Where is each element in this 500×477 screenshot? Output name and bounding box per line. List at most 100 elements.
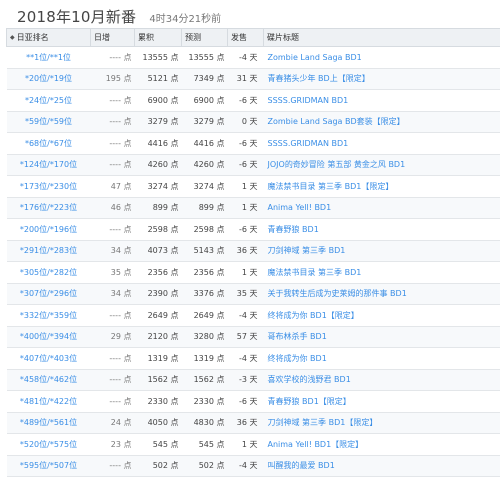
rank-cell[interactable]: *595位/*507位 (7, 455, 91, 477)
rank-cell[interactable]: *520位/*575位 (7, 434, 91, 456)
title-link[interactable]: 青春野狼 BD1【限定】 (264, 391, 500, 413)
rank-cell[interactable]: *124位/*170位 (7, 154, 91, 176)
daily-cell: 34 点 (91, 240, 135, 262)
rank-cell[interactable]: *200位/*196位 (7, 219, 91, 241)
title-link[interactable]: Anima Yell! BD1【限定】 (264, 434, 500, 456)
header-total[interactable]: 累积 (135, 29, 182, 47)
release-cell: 1 天 (228, 176, 264, 198)
rank-cell[interactable]: *407位/*403位 (7, 348, 91, 370)
daily-cell: ---- 点 (91, 219, 135, 241)
header-daily[interactable]: 日增 (91, 29, 135, 47)
rank-cell[interactable]: *291位/*283位 (7, 240, 91, 262)
forecast-cell: 545 点 (182, 434, 228, 456)
forecast-cell: 4260 点 (182, 154, 228, 176)
table-row: *489位/*561位24 点4050 点4830 点36 天刀剑神域 第三季 … (7, 412, 500, 434)
release-cell: 1 天 (228, 262, 264, 284)
release-cell: -6 天 (228, 219, 264, 241)
total-cell: 2356 点 (135, 262, 182, 284)
total-cell: 2649 点 (135, 305, 182, 327)
table-row: *458位/*462位---- 点1562 点1562 点-3 天喜欢学校的浅野… (7, 369, 500, 391)
rank-cell[interactable]: *176位/*223位 (7, 197, 91, 219)
title-link[interactable]: Zombie Land Saga BD1 (264, 47, 500, 69)
rank-cell[interactable]: *307位/*296位 (7, 283, 91, 305)
table-row: *59位/*59位---- 点3279 点3279 点0 天Zombie Lan… (7, 111, 500, 133)
title-link[interactable]: 喜欢学校的浅野君 BD1 (264, 369, 500, 391)
forecast-cell: 502 点 (182, 455, 228, 477)
total-cell: 6900 点 (135, 90, 182, 112)
table-row: *520位/*575位23 点545 点545 点1 天Anima Yell! … (7, 434, 500, 456)
total-cell: 13555 点 (135, 47, 182, 69)
title-link[interactable]: SSSS.GRIDMAN BD1 (264, 90, 500, 112)
title-link[interactable]: 哥布林杀手 BD1 (264, 326, 500, 348)
total-cell: 4260 点 (135, 154, 182, 176)
title-link[interactable]: 魔法禁书目录 第三季 BD1 (264, 262, 500, 284)
rank-cell[interactable]: **1位/**1位 (7, 47, 91, 69)
title-link[interactable]: 叫醒我的最爱 BD1 (264, 455, 500, 477)
table-row: *24位/*25位---- 点6900 点6900 点-6 天SSSS.GRID… (7, 90, 500, 112)
rank-cell[interactable]: *489位/*561位 (7, 412, 91, 434)
daily-cell: ---- 点 (91, 455, 135, 477)
forecast-cell: 3280 点 (182, 326, 228, 348)
release-cell: 1 天 (228, 197, 264, 219)
title-link[interactable]: JOJO的奇妙冒险 第五部 黄金之风 BD1 (264, 154, 500, 176)
daily-cell: 195 点 (91, 68, 135, 90)
total-cell: 3274 点 (135, 176, 182, 198)
release-cell: -4 天 (228, 348, 264, 370)
table-row: *124位/*170位---- 点4260 点4260 点-6 天JOJO的奇妙… (7, 154, 500, 176)
daily-cell: ---- 点 (91, 369, 135, 391)
title-link[interactable]: 刀剑神域 第三季 BD1 (264, 240, 500, 262)
forecast-cell: 1319 点 (182, 348, 228, 370)
total-cell: 1319 点 (135, 348, 182, 370)
title-link[interactable]: 刀剑神域 第三季 BD1【限定】 (264, 412, 500, 434)
title-link[interactable]: 青春猪头少年 BD上【限定】 (264, 68, 500, 90)
table-row: *176位/*223位46 点899 点899 点1 天Anima Yell! … (7, 197, 500, 219)
total-cell: 5121 点 (135, 68, 182, 90)
page-title: 2018年10月新番 (17, 8, 136, 26)
rank-cell[interactable]: *458位/*462位 (7, 369, 91, 391)
header-title[interactable]: 碟片标题 (264, 29, 500, 47)
header-forecast[interactable]: 预测 (182, 29, 228, 47)
daily-cell: ---- 点 (91, 348, 135, 370)
forecast-cell: 5143 点 (182, 240, 228, 262)
rank-cell[interactable]: *332位/*359位 (7, 305, 91, 327)
rank-cell[interactable]: *173位/*230位 (7, 176, 91, 198)
daily-cell: 24 点 (91, 412, 135, 434)
table-row: *307位/*296位34 点2390 点3376 点35 天关于我转生后成为史… (7, 283, 500, 305)
table-row: *407位/*403位---- 点1319 点1319 点-4 天终将成为你 B… (7, 348, 500, 370)
title-link[interactable]: 青春野狼 BD1 (264, 219, 500, 241)
title-link[interactable]: 关于我转生后成为史莱姆的那件事 BD1 (264, 283, 500, 305)
rank-cell[interactable]: *20位/*19位 (7, 68, 91, 90)
release-cell: 57 天 (228, 326, 264, 348)
daily-cell: ---- 点 (91, 47, 135, 69)
daily-cell: 47 点 (91, 176, 135, 198)
table-row: *481位/*422位---- 点2330 点2330 点-6 天青春野狼 BD… (7, 391, 500, 413)
title-link[interactable]: 终将成为你 BD1【限定】 (264, 305, 500, 327)
page-header: 2018年10月新番 4时34分21秒前 (17, 6, 221, 28)
release-cell: 31 天 (228, 68, 264, 90)
title-link[interactable]: Anima Yell! BD1 (264, 197, 500, 219)
rank-cell[interactable]: *68位/*67位 (7, 133, 91, 155)
daily-cell: ---- 点 (91, 391, 135, 413)
total-cell: 502 点 (135, 455, 182, 477)
title-link[interactable]: SSSS.GRIDMAN BD1 (264, 133, 500, 155)
forecast-cell: 3279 点 (182, 111, 228, 133)
release-cell: -6 天 (228, 133, 264, 155)
title-link[interactable]: 终将成为你 BD1 (264, 348, 500, 370)
rank-cell[interactable]: *305位/*282位 (7, 262, 91, 284)
rank-cell[interactable]: *481位/*422位 (7, 391, 91, 413)
total-cell: 4416 点 (135, 133, 182, 155)
table-row: *173位/*230位47 点3274 点3274 点1 天魔法禁书目录 第三季… (7, 176, 500, 198)
title-link[interactable]: 魔法禁书目录 第三季 BD1【限定】 (264, 176, 500, 198)
header-release[interactable]: 发售 (228, 29, 264, 47)
rank-cell[interactable]: *400位/*394位 (7, 326, 91, 348)
table-row: *20位/*19位195 点5121 点7349 点31 天青春猪头少年 BD上… (7, 68, 500, 90)
forecast-cell: 2330 点 (182, 391, 228, 413)
forecast-cell: 7349 点 (182, 68, 228, 90)
rank-cell[interactable]: *24位/*25位 (7, 90, 91, 112)
rank-cell[interactable]: *59位/*59位 (7, 111, 91, 133)
header-rank[interactable]: ◆日亚排名 (7, 29, 91, 47)
title-link[interactable]: Zombie Land Saga BD套装【限定】 (264, 111, 500, 133)
forecast-cell: 13555 点 (182, 47, 228, 69)
total-cell: 4073 点 (135, 240, 182, 262)
release-cell: -4 天 (228, 305, 264, 327)
